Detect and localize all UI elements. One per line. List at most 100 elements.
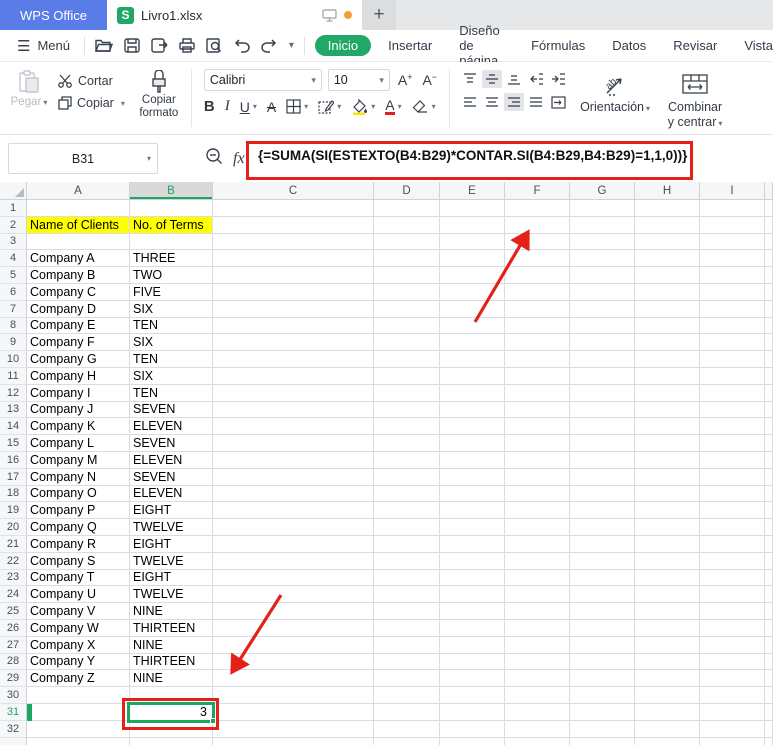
- cell-F31[interactable]: [505, 703, 570, 721]
- cell-F26[interactable]: [505, 619, 570, 637]
- cell-A26[interactable]: Company W: [27, 619, 130, 637]
- cell-E23[interactable]: [440, 569, 505, 587]
- cell-G25[interactable]: [570, 603, 635, 620]
- cell-B4[interactable]: THREE: [130, 250, 213, 268]
- cell-C22[interactable]: [213, 552, 374, 570]
- cell-C31[interactable]: [213, 703, 374, 721]
- cell-B9[interactable]: SIX: [130, 334, 213, 352]
- cell-C2[interactable]: [213, 216, 374, 234]
- cell-G15[interactable]: [570, 435, 635, 452]
- cell-A31[interactable]: [27, 703, 130, 721]
- cell-I14[interactable]: [700, 418, 765, 436]
- cell-E5[interactable]: [440, 267, 505, 284]
- italic-button[interactable]: I: [225, 98, 230, 115]
- cell-D27[interactable]: [374, 636, 440, 654]
- cell-I12[interactable]: [700, 384, 765, 402]
- cell-H22[interactable]: [635, 552, 700, 570]
- cell-G9[interactable]: [570, 334, 635, 352]
- column-header-h[interactable]: H: [635, 182, 700, 200]
- row-header-32[interactable]: 32: [0, 720, 27, 738]
- monitor-icon[interactable]: [322, 8, 337, 22]
- cell-H2[interactable]: [635, 216, 700, 234]
- row-header-11[interactable]: 11: [0, 367, 27, 385]
- cell-D23[interactable]: [374, 569, 440, 587]
- cell-x25[interactable]: [765, 603, 773, 620]
- cell-F30[interactable]: [505, 687, 570, 704]
- decrease-font-button[interactable]: A−: [420, 72, 439, 88]
- cell-x3[interactable]: [765, 233, 773, 251]
- cell-H23[interactable]: [635, 569, 700, 587]
- cell-D21[interactable]: [374, 535, 440, 553]
- cell-I4[interactable]: [700, 250, 765, 268]
- align-bottom-button[interactable]: [504, 70, 524, 88]
- cell-B14[interactable]: ELEVEN: [130, 418, 213, 436]
- align-right-button[interactable]: [504, 93, 525, 111]
- row-header-33[interactable]: [0, 737, 27, 745]
- cell-B28[interactable]: THIRTEEN: [130, 653, 213, 671]
- cell-x24[interactable]: [765, 586, 773, 604]
- cell-E2[interactable]: [440, 216, 505, 234]
- cell-G33[interactable]: [570, 737, 635, 745]
- cell-x18[interactable]: [765, 485, 773, 503]
- cell-C27[interactable]: [213, 636, 374, 654]
- cell-G17[interactable]: [570, 468, 635, 486]
- cell-I33[interactable]: [700, 737, 765, 745]
- cell-D8[interactable]: [374, 317, 440, 335]
- cell-D15[interactable]: [374, 435, 440, 452]
- cell-I32[interactable]: [700, 720, 765, 738]
- cell-D6[interactable]: [374, 283, 440, 301]
- increase-font-button[interactable]: A+: [396, 72, 415, 88]
- cell-x17[interactable]: [765, 468, 773, 486]
- cell-C13[interactable]: [213, 401, 374, 419]
- row-header-3[interactable]: 3: [0, 233, 27, 251]
- cell-D25[interactable]: [374, 603, 440, 620]
- cell-H24[interactable]: [635, 586, 700, 604]
- merge-center-button[interactable]: Combinar y centrar ▾: [658, 62, 732, 134]
- cell-G31[interactable]: [570, 703, 635, 721]
- align-left-button[interactable]: [460, 93, 480, 111]
- cell-E30[interactable]: [440, 687, 505, 704]
- cell-E29[interactable]: [440, 670, 505, 688]
- cell-D29[interactable]: [374, 670, 440, 688]
- cell-D2[interactable]: [374, 216, 440, 234]
- wrap-text-button[interactable]: [548, 93, 568, 111]
- column-header-a[interactable]: A: [27, 182, 130, 200]
- cell-H27[interactable]: [635, 636, 700, 654]
- cell-B33[interactable]: [130, 737, 213, 745]
- cell-H14[interactable]: [635, 418, 700, 436]
- cell-G18[interactable]: [570, 485, 635, 503]
- cell-G27[interactable]: [570, 636, 635, 654]
- cell-D18[interactable]: [374, 485, 440, 503]
- cell-E13[interactable]: [440, 401, 505, 419]
- cell-E6[interactable]: [440, 283, 505, 301]
- justify-button[interactable]: [526, 93, 546, 111]
- row-header-18[interactable]: 18: [0, 485, 27, 503]
- cell-x27[interactable]: [765, 636, 773, 654]
- column-header-i[interactable]: I: [700, 182, 765, 200]
- cell-I16[interactable]: [700, 451, 765, 469]
- cell-D13[interactable]: [374, 401, 440, 419]
- cell-C28[interactable]: [213, 653, 374, 671]
- cell-A2[interactable]: Name of Clients: [27, 216, 130, 234]
- cell-G24[interactable]: [570, 586, 635, 604]
- cell-B11[interactable]: SIX: [130, 367, 213, 385]
- cell-A6[interactable]: Company C: [27, 283, 130, 301]
- row-header-22[interactable]: 22: [0, 552, 27, 570]
- cell-G7[interactable]: [570, 300, 635, 318]
- cell-H3[interactable]: [635, 233, 700, 251]
- row-header-4[interactable]: 4: [0, 250, 27, 268]
- cell-B7[interactable]: SIX: [130, 300, 213, 318]
- column-header-g[interactable]: G: [570, 182, 635, 200]
- cell-G5[interactable]: [570, 267, 635, 284]
- cell-F25[interactable]: [505, 603, 570, 620]
- cell-G4[interactable]: [570, 250, 635, 268]
- cell-G22[interactable]: [570, 552, 635, 570]
- cell-A20[interactable]: Company Q: [27, 519, 130, 536]
- print-icon[interactable]: [179, 38, 195, 53]
- cell-A7[interactable]: Company D: [27, 300, 130, 318]
- cell-F21[interactable]: [505, 535, 570, 553]
- cell-H7[interactable]: [635, 300, 700, 318]
- row-header-21[interactable]: 21: [0, 535, 27, 553]
- cell-A5[interactable]: Company B: [27, 267, 130, 284]
- cell-F27[interactable]: [505, 636, 570, 654]
